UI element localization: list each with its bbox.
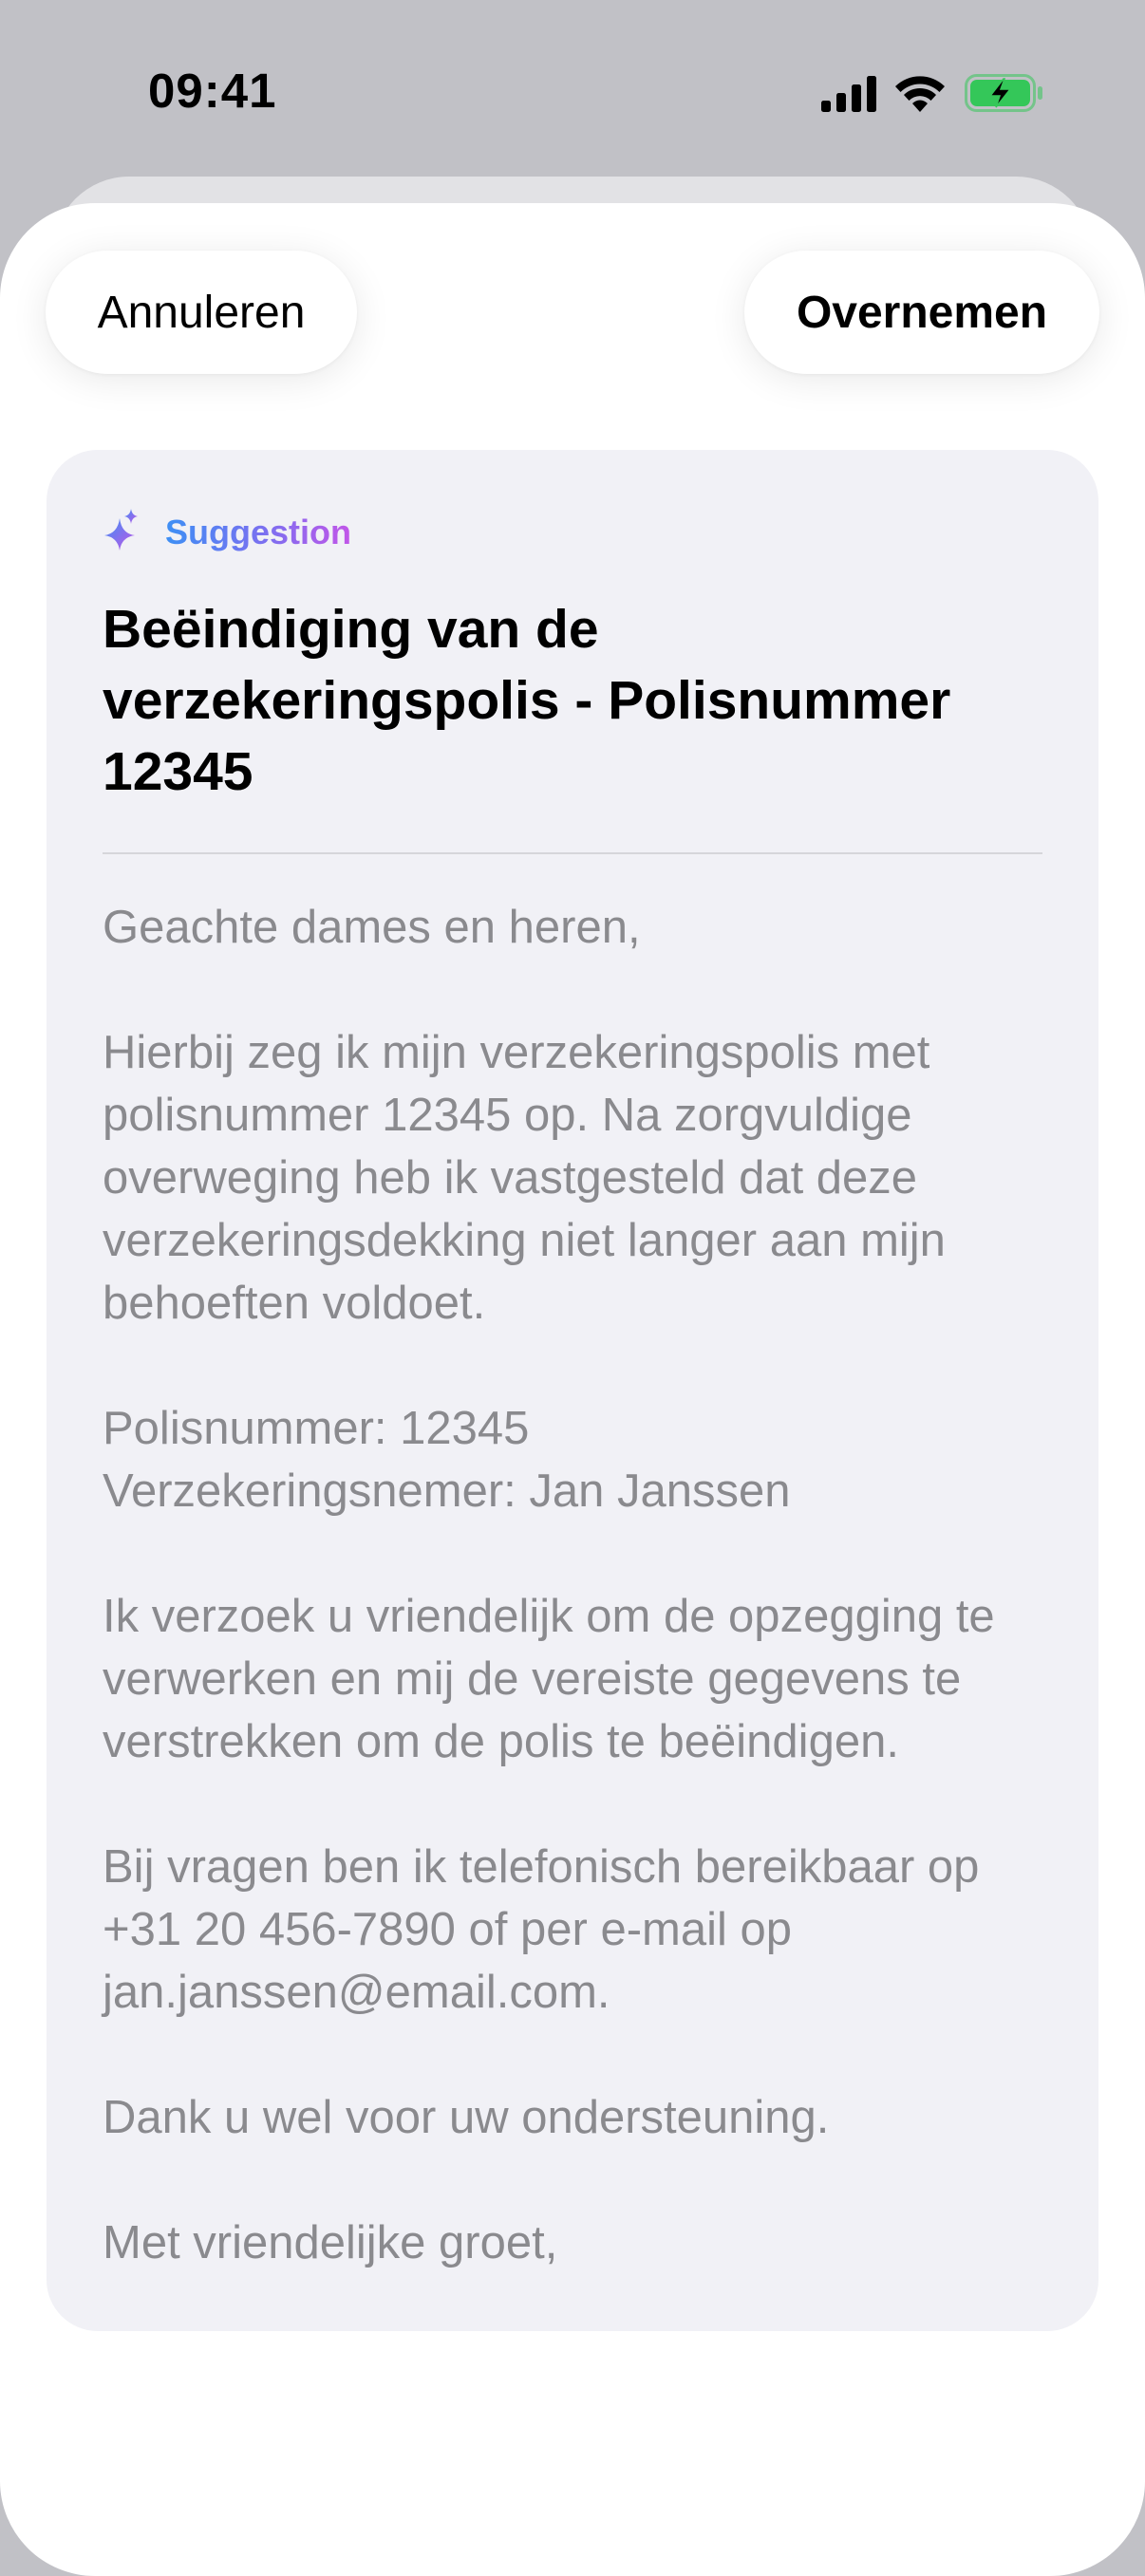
email-paragraph: Dank u wel voor uw ondersteuning.: [103, 2092, 830, 2143]
subject-divider: [103, 852, 1042, 854]
status-time: 09:41: [148, 64, 277, 118]
wifi-icon: [895, 76, 945, 112]
email-body: Geachte dames en heren, Hierbij zeg ik m…: [103, 896, 1061, 2274]
sparkle-icon: [104, 509, 138, 551]
suggestion-label: Suggestion: [165, 513, 351, 551]
accept-button[interactable]: Overnemen: [744, 251, 1099, 374]
email-paragraph: Ik verzoek u vriendelijk om de opzegging…: [103, 1591, 995, 1767]
email-closing: Met vriendelijke groet,: [103, 2217, 558, 2268]
policyholder-line: Verzekeringsnemer: Jan Janssen: [103, 1465, 791, 1517]
email-paragraph: Hierbij zeg ik mijn verzekeringspolis me…: [103, 1027, 946, 1329]
email-subject: Beëindiging van de verzekeringspolis - P…: [103, 599, 951, 802]
cellular-signal-icon: [821, 76, 876, 112]
policy-number-line: Polisnummer: 12345: [103, 1403, 530, 1454]
email-paragraph: Bij vragen ben ik telefonisch bereikbaar…: [103, 1841, 980, 2018]
cancel-button[interactable]: Annuleren: [46, 251, 357, 374]
email-policy-details: Polisnummer: 12345 Verzekeringsnemer: Ja…: [103, 1397, 1061, 1522]
battery-charging-icon: [965, 74, 1042, 112]
email-greeting: Geachte dames en heren,: [103, 902, 641, 953]
